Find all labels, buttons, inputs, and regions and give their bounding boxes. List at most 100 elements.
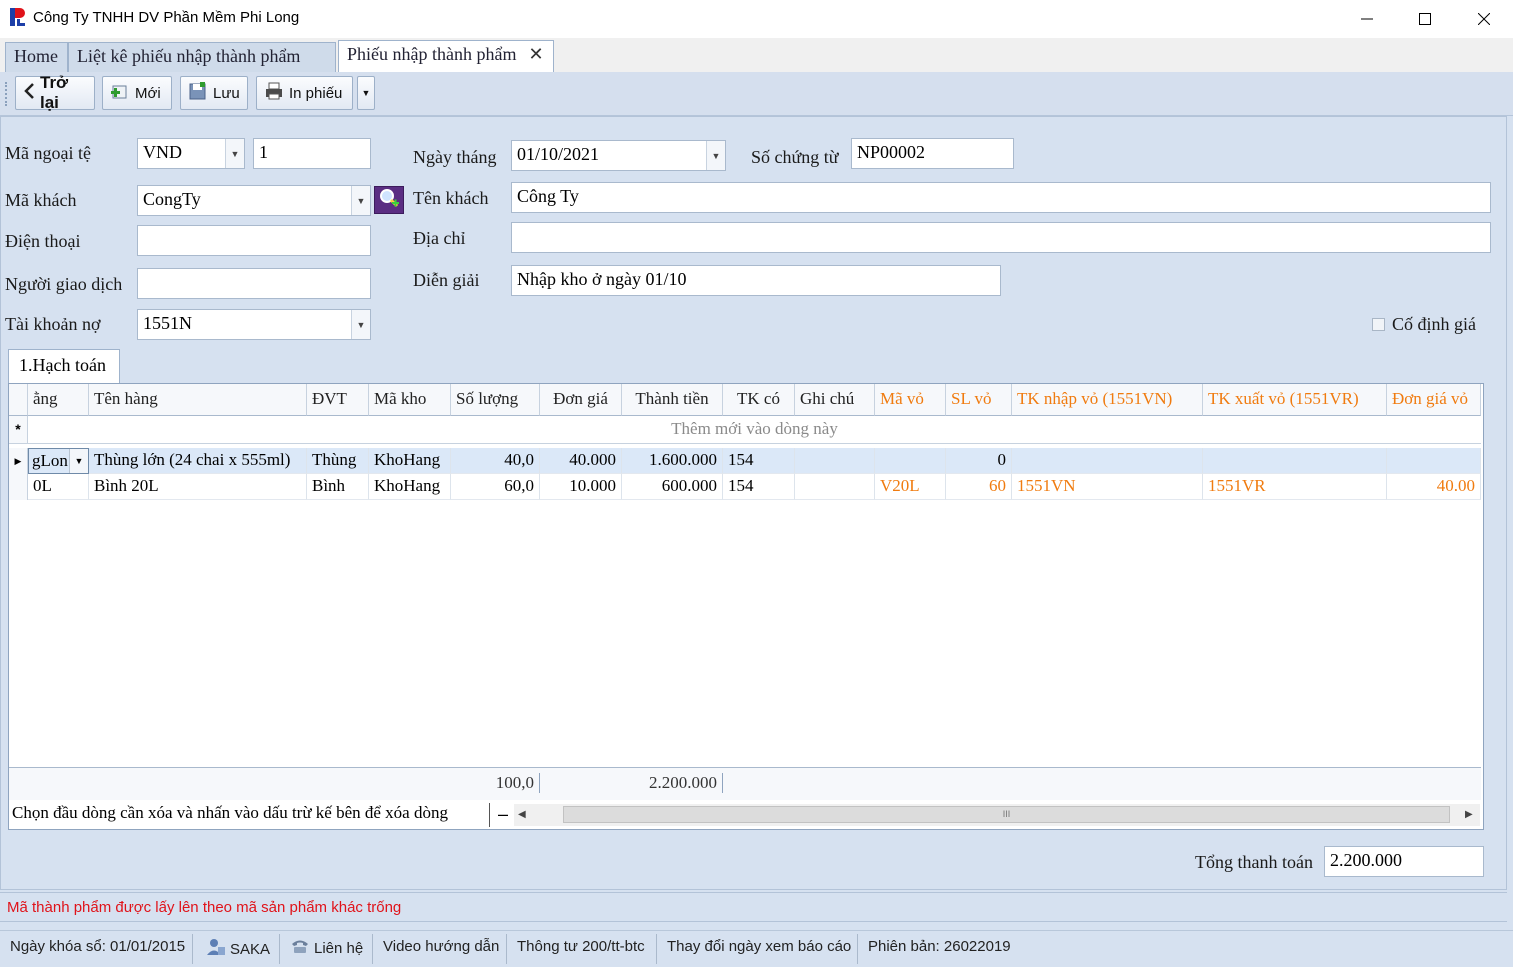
status-user[interactable]: SAKA <box>206 938 270 960</box>
phone-icon <box>290 938 310 958</box>
col-ghi-chu[interactable]: Ghi chú <box>795 384 875 416</box>
col-sl-vo[interactable]: SL vỏ <box>946 384 1012 416</box>
cell-tk-xuat-vo[interactable] <box>1203 448 1387 474</box>
cell-dvt[interactable]: Thùng <box>307 448 369 474</box>
new-row-indicator: * <box>9 416 28 444</box>
row-selector[interactable] <box>9 474 28 500</box>
cell-don-gia[interactable]: 40.000 <box>540 448 622 474</box>
col-tk-co[interactable]: TK có <box>723 384 795 416</box>
cell-tk-co[interactable]: 154 <box>723 474 795 500</box>
currency-select[interactable]: VND ▼ <box>137 138 245 169</box>
col-ten-hang[interactable]: Tên hàng <box>89 384 307 416</box>
cell-tk-nhap-vo[interactable]: 1551VN <box>1012 474 1203 500</box>
cell-so-luong[interactable]: 40,0 <box>451 448 540 474</box>
tab-phieu-nhap-thanh-pham[interactable]: Phiếu nhập thành phẩm ✕ <box>338 40 554 72</box>
phone-input[interactable] <box>137 225 371 256</box>
status-video[interactable]: Video hướng dẫn <box>383 938 499 955</box>
maximize-button[interactable] <box>1396 0 1454 38</box>
debit-account-select[interactable]: 1551N ▼ <box>137 309 371 340</box>
cell-don-gia-vo[interactable]: 40.00 <box>1387 474 1481 500</box>
cell-ma-kho[interactable]: KhoHang <box>369 474 451 500</box>
status-change-report-date[interactable]: Thay đổi ngày xem báo cáo <box>667 938 851 955</box>
voucher-number-input[interactable]: NP00002 <box>851 138 1014 169</box>
chevron-down-icon[interactable]: ▼ <box>225 139 244 168</box>
tab-hach-toan[interactable]: 1.Hạch toán <box>8 349 120 383</box>
cell-thanh-tien[interactable]: 600.000 <box>622 474 723 500</box>
col-ma-vo[interactable]: Mã vỏ <box>875 384 946 416</box>
cell-sl-vo[interactable]: 0 <box>946 448 1012 474</box>
close-tab-icon[interactable]: ✕ <box>528 44 543 64</box>
cell-ma-hang[interactable]: 0L <box>28 474 89 500</box>
cell-ghi-chu[interactable] <box>795 474 875 500</box>
new-row[interactable]: Thêm mới vào dòng này <box>28 416 1481 444</box>
chevron-down-icon[interactable]: ▼ <box>351 310 370 339</box>
cell-tk-xuat-vo[interactable]: 1551VR <box>1203 474 1387 500</box>
scroll-left-icon[interactable]: ◀ <box>518 809 526 820</box>
new-button[interactable]: Mới <box>102 76 172 110</box>
cell-ma-vo[interactable] <box>875 448 946 474</box>
fixed-price-checkbox[interactable] <box>1372 318 1385 331</box>
tab-liet-ke-phieu-nhap[interactable]: Liệt kê phiếu nhập thành phẩm <box>68 42 336 72</box>
status-divider <box>656 934 657 964</box>
cell-dvt[interactable]: Bình <box>307 474 369 500</box>
exchange-rate-input[interactable]: 1 <box>253 138 371 169</box>
scroll-grip: III <box>1002 809 1011 819</box>
validation-message: Mã thành phẩm được lấy lên theo mã sản p… <box>7 899 402 916</box>
contact-text: Liên hệ <box>314 939 364 957</box>
description-input[interactable]: Nhập kho ở ngày 01/10 <box>511 265 1001 296</box>
tong-thanh-toan-label: Tổng thanh toán <box>1195 852 1313 872</box>
status-contact[interactable]: Liên hệ <box>290 938 363 958</box>
col-don-gia[interactable]: Đơn giá <box>540 384 622 416</box>
address-input[interactable] <box>511 222 1491 253</box>
col-don-gia-vo[interactable]: Đơn giá vỏ <box>1387 384 1481 416</box>
col-tk-nhap-vo[interactable]: TK nhập vỏ (1551VN) <box>1012 384 1203 416</box>
minimize-button[interactable] <box>1338 0 1396 38</box>
cell-tk-co[interactable]: 154 <box>723 448 795 474</box>
col-dvt[interactable]: ĐVT <box>307 384 369 416</box>
new-label: Mới <box>135 84 161 102</box>
toolbar-more-dropdown[interactable]: ▼ <box>357 76 375 110</box>
col-ma-kho[interactable]: Mã kho <box>369 384 451 416</box>
save-button[interactable]: Lưu <box>180 76 248 110</box>
chevron-down-icon[interactable]: ▼ <box>69 449 88 473</box>
cell-sl-vo[interactable]: 60 <box>946 474 1012 500</box>
delete-row-button[interactable]: – <box>494 804 512 826</box>
row-selector-icon[interactable]: ▶ <box>9 448 28 474</box>
cell-don-gia[interactable]: 10.000 <box>540 474 622 500</box>
cell-thanh-tien[interactable]: 1.600.000 <box>622 448 723 474</box>
scroll-thumb[interactable]: III <box>563 806 1450 823</box>
status-circular[interactable]: Thông tư 200/tt-btc <box>517 938 645 955</box>
cell-ma-kho[interactable]: KhoHang <box>369 448 451 474</box>
cell-tk-nhap-vo[interactable] <box>1012 448 1203 474</box>
tab-label: Phiếu nhập thành phẩm <box>347 44 517 64</box>
cell-ten-hang[interactable]: Thùng lớn (24 chai x 555ml) <box>89 448 307 474</box>
customer-code-value: CongTy <box>143 189 201 209</box>
cell-ma-vo[interactable]: V20L <box>875 474 946 500</box>
contact-person-input[interactable] <box>137 268 371 299</box>
total-amount: 2.200.000 <box>622 773 723 793</box>
customer-search-button[interactable] <box>374 186 404 214</box>
chevron-down-icon[interactable]: ▼ <box>351 186 370 215</box>
customer-code-select[interactable]: CongTy ▼ <box>137 185 371 216</box>
version-text: Phiên bản: 26022019 <box>868 938 1011 955</box>
back-button[interactable]: Trở lại <box>15 73 95 112</box>
print-label: In phiếu <box>289 84 343 102</box>
col-ma-hang[interactable]: ằng <box>28 384 89 416</box>
customer-name-input[interactable]: Công Ty <box>511 182 1491 213</box>
print-button[interactable]: In phiếu <box>256 76 353 110</box>
col-thanh-tien[interactable]: Thành tiền <box>622 384 723 416</box>
total-payment-field[interactable]: 2.200.000 <box>1324 846 1484 877</box>
cell-don-gia-vo[interactable] <box>1387 448 1481 474</box>
scroll-right-icon[interactable]: ▶ <box>1465 809 1473 820</box>
cell-so-luong[interactable]: 60,0 <box>451 474 540 500</box>
cell-ten-hang[interactable]: Bình 20L <box>89 474 307 500</box>
col-so-luong[interactable]: Số lượng <box>451 384 540 416</box>
chevron-down-icon[interactable]: ▼ <box>706 141 725 170</box>
tab-home[interactable]: Home <box>5 42 68 72</box>
col-tk-xuat-vo[interactable]: TK xuất vỏ (1551VR) <box>1203 384 1387 416</box>
status-divider <box>192 934 193 964</box>
cell-ghi-chu[interactable] <box>795 448 875 474</box>
date-picker[interactable]: 01/10/2021 ▼ <box>511 140 726 171</box>
cell-ma-hang[interactable]: gLon ▼ <box>28 448 89 474</box>
close-window-button[interactable] <box>1455 0 1513 38</box>
